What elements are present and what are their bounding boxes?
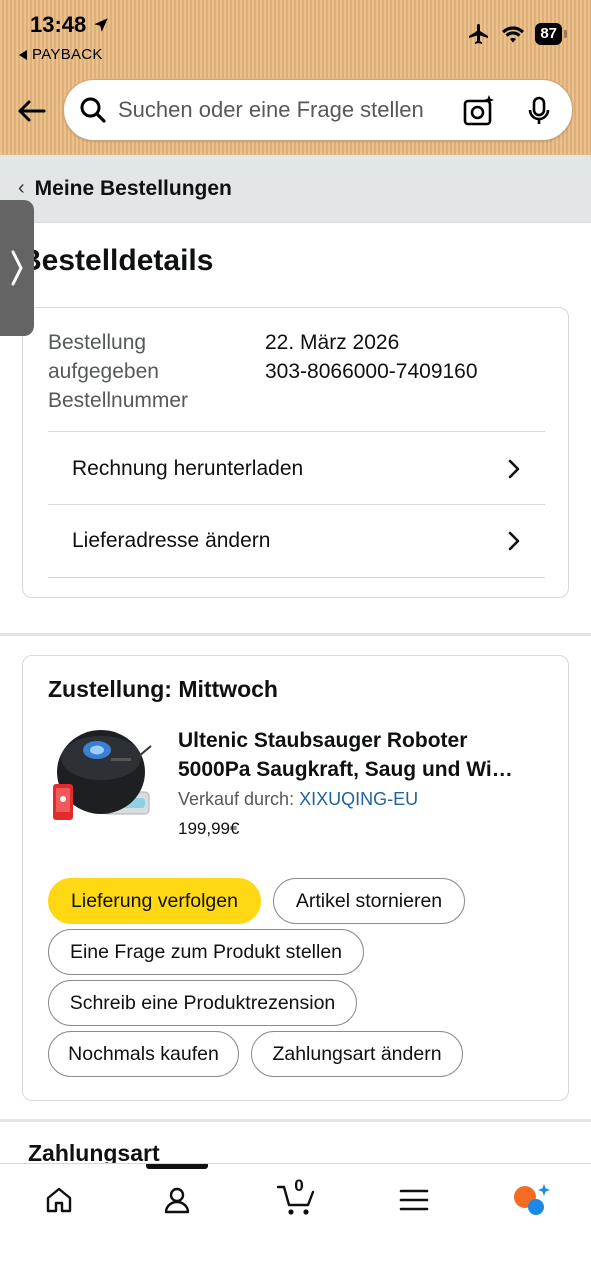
- battery-tip: [564, 30, 567, 38]
- delivery-title: Zustellung: Mittwoch: [48, 676, 278, 702]
- chevron-right-icon: [508, 531, 520, 551]
- search-bar[interactable]: [63, 79, 573, 141]
- arrow-left-icon: [18, 100, 46, 122]
- change-address-label: Lieferadresse ändern: [72, 529, 271, 552]
- track-delivery-button[interactable]: Lieferung verfolgen: [48, 878, 261, 924]
- breadcrumb-label: Meine Bestellungen: [34, 176, 232, 200]
- order-number-value: 303-8066000-7409160: [265, 360, 478, 383]
- time-text: 13:48: [30, 12, 87, 37]
- status-time: 13:48: [30, 12, 110, 38]
- cancel-item-button[interactable]: Artikel stornieren: [273, 878, 465, 924]
- seller-info: Verkauf durch: XIXUQING-EU: [178, 789, 418, 810]
- back-button[interactable]: [14, 96, 48, 126]
- breadcrumb[interactable]: ‹ Meine Bestellungen: [0, 155, 591, 223]
- tab-ai-assistant[interactable]: [500, 1178, 560, 1222]
- chevron-right-icon: [11, 250, 23, 286]
- order-summary-card: Bestellung aufgegeben Bestellnummer 22. …: [22, 307, 569, 598]
- write-review-button[interactable]: Schreib eine Produktrezension: [48, 980, 357, 1026]
- section-divider: [0, 633, 591, 636]
- tab-account[interactable]: [147, 1178, 207, 1222]
- order-number-label: Bestellnummer: [48, 389, 189, 412]
- order-placed-label: Bestellung aufgegeben: [48, 331, 159, 383]
- seller-prefix: Verkauf durch:: [178, 789, 295, 809]
- cart-count-badge: 0: [294, 1176, 304, 1195]
- delivery-card: Zustellung: Mittwoch Ultenic Staubsauger…: [22, 655, 569, 1101]
- product-title[interactable]: Ultenic Staubsauger Roboter 5000Pa Saugk…: [178, 726, 548, 784]
- product-title-line-2: 5000Pa Saugkraft, Saug und Wi…: [178, 758, 513, 781]
- product-image[interactable]: [51, 728, 155, 828]
- home-icon: [46, 1187, 72, 1213]
- search-icon: [78, 95, 108, 125]
- download-invoice-link[interactable]: Rechnung herunterladen: [48, 431, 545, 505]
- battery-level: 87: [535, 23, 562, 45]
- change-address-link[interactable]: Lieferadresse ändern: [48, 504, 545, 578]
- camera-search-icon[interactable]: [462, 94, 496, 128]
- product-price: 199,99€: [178, 819, 240, 838]
- status-icons: 87: [467, 22, 567, 46]
- search-input[interactable]: [118, 97, 448, 123]
- page-title: Bestelldetails: [20, 244, 214, 277]
- chevron-left-icon: ‹: [18, 177, 25, 199]
- wifi-icon: [502, 26, 525, 43]
- ai-assistant-icon: [514, 1184, 550, 1215]
- side-drawer-handle[interactable]: [0, 200, 34, 336]
- order-values: 22. März 2026 303-8066000-7409160: [265, 328, 478, 386]
- microphone-icon[interactable]: [522, 94, 556, 128]
- ask-question-button[interactable]: Eine Frage zum Produkt stellen: [48, 929, 364, 975]
- product-title-line-1: Ultenic Staubsauger Roboter: [178, 729, 468, 752]
- back-app-label: PAYBACK: [32, 46, 103, 63]
- back-to-app-link[interactable]: PAYBACK: [18, 46, 103, 63]
- tab-home[interactable]: [29, 1178, 89, 1222]
- menu-icon: [399, 1189, 429, 1211]
- account-icon: [164, 1187, 190, 1214]
- chevron-right-icon: [508, 459, 520, 478]
- back-triangle-icon: [19, 49, 27, 60]
- order-placed-value: 22. März 2026: [265, 331, 400, 354]
- tab-menu[interactable]: [384, 1178, 444, 1222]
- active-tab-indicator: [146, 1164, 208, 1169]
- download-invoice-label: Rechnung herunterladen: [72, 456, 304, 480]
- airplane-mode-icon: [469, 24, 489, 44]
- location-arrow-icon: [94, 18, 109, 32]
- section-divider: [0, 1119, 591, 1122]
- buy-again-button[interactable]: Nochmals kaufen: [48, 1031, 239, 1077]
- order-labels: Bestellung aufgegeben Bestellnummer: [48, 328, 248, 415]
- seller-link[interactable]: XIXUQING-EU: [299, 789, 418, 809]
- app-header: 13:48 PAYBACK 87: [0, 0, 591, 155]
- change-payment-button[interactable]: Zahlungsart ändern: [251, 1031, 463, 1077]
